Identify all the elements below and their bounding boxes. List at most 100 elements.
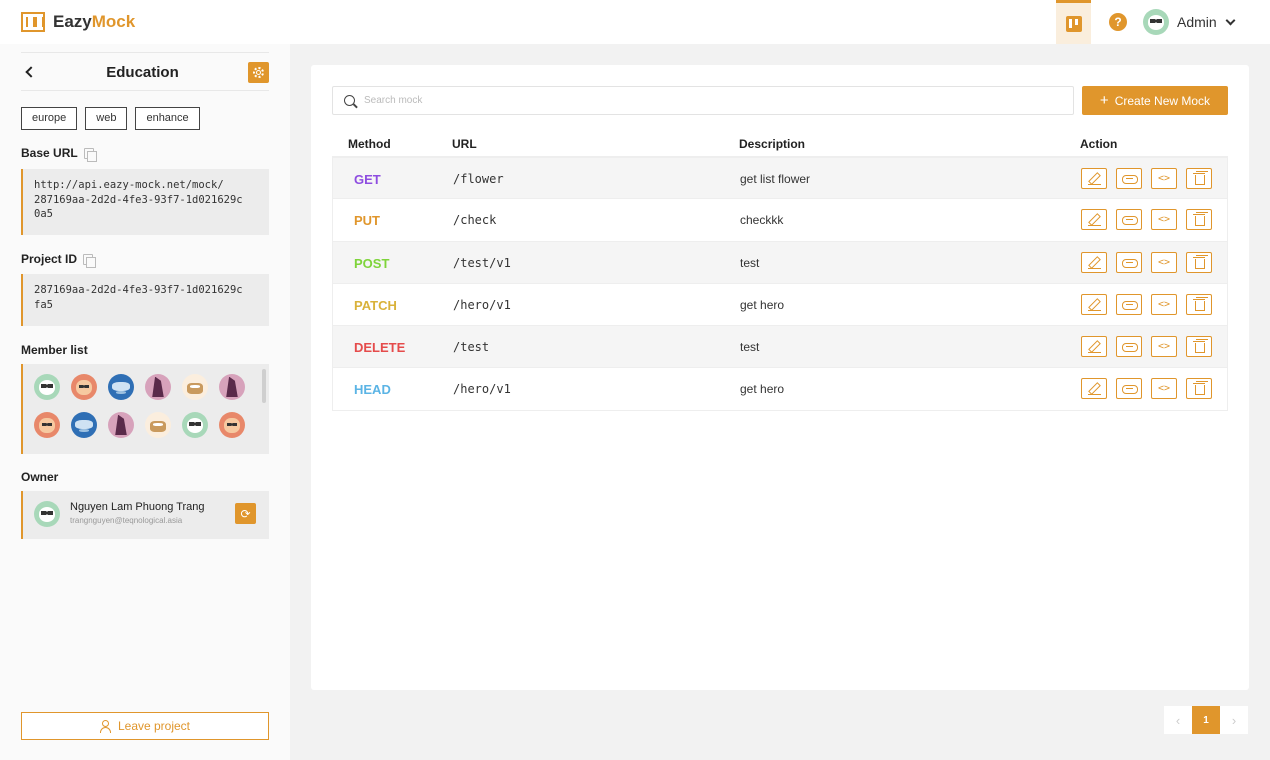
tag[interactable]: europe [21,107,78,130]
member-avatar[interactable] [145,412,171,438]
refresh-icon: ⟳ [240,506,251,521]
top-header: EazyMock ? Admin [0,0,1270,44]
row-actions: <> [1081,251,1212,273]
mock-url: /hero/v1 [453,297,511,312]
trash-button[interactable] [1186,209,1212,231]
code-button[interactable]: <> [1151,293,1177,315]
project-id-label-text: Project ID [21,252,78,266]
trash-button[interactable] [1186,168,1212,189]
member-avatar[interactable] [71,412,97,438]
link-button[interactable] [1116,378,1142,400]
project-id-line: 287169aa-2d2d-4fe3-93f7-1d021629c [34,284,243,296]
code-button[interactable]: <> [1151,336,1177,358]
link-button[interactable] [1116,251,1142,273]
member-scrollbar[interactable] [262,369,266,403]
project-title: Education [106,64,179,81]
table-header: Method URL Description Action [332,133,1228,157]
search-input[interactable] [364,95,1044,106]
edit-button[interactable] [1081,168,1107,189]
page-number-button[interactable]: 1 [1192,706,1220,734]
mock-url: /flower [453,172,504,186]
trash-button[interactable] [1186,378,1212,400]
pagination: ‹ 1 › [1164,706,1248,734]
member-avatar[interactable] [108,374,134,400]
search-icon [344,95,355,106]
base-url-label-text: Base URL [21,146,78,160]
member-avatar[interactable] [108,412,134,438]
base-url-line: http://api.eazy-mock.net/mock/ [34,179,224,191]
code-button[interactable]: <> [1151,378,1177,400]
code-button[interactable]: <> [1151,251,1177,273]
column-header-action: Action [1080,137,1118,151]
mock-description: get hero [740,297,785,312]
transfer-owner-button[interactable]: ⟳ [235,503,256,524]
row-actions: <> [1081,378,1212,400]
project-id-box[interactable]: 287169aa-2d2d-4fe3-93f7-1d021629c fa5 [21,274,269,326]
mock-url: /test [453,340,490,355]
avatar [1143,9,1169,35]
member-avatar[interactable] [182,412,208,438]
edit-button[interactable] [1081,293,1107,315]
code-button[interactable]: <> [1151,168,1177,189]
prev-page-button[interactable]: ‹ [1164,706,1192,734]
project-sidebar: Education europe web enhance Base URL ht… [0,44,290,760]
edit-button[interactable] [1081,378,1107,400]
base-url-line: 0a5 [34,208,53,220]
member-avatar[interactable] [145,374,171,400]
table-row[interactable]: HEAD/hero/v1 get hero <> [332,368,1228,411]
column-header-description: Description [739,137,806,151]
member-avatar[interactable] [219,412,245,438]
owner-label: Owner [21,470,58,484]
trash-button[interactable] [1186,336,1212,358]
base-url-line: 287169aa-2d2d-4fe3-93f7-1d021629c [34,193,243,206]
mock-url: /test/v1 [453,255,511,270]
leave-project-button[interactable]: Leave project [21,712,269,740]
user-menu[interactable]: Admin [1143,9,1236,35]
member-avatar[interactable] [71,374,97,400]
row-actions: <> [1081,293,1212,315]
help-icon[interactable]: ? [1109,13,1127,31]
owner-avatar [34,501,60,527]
owner-card: Nguyen Lam Phuong Trang trangnguyen@teqn… [21,491,269,539]
trash-button[interactable] [1186,293,1212,315]
trash-button[interactable] [1186,251,1212,273]
link-button[interactable] [1116,209,1142,231]
member-avatar[interactable] [34,374,60,400]
copy-icon[interactable] [83,147,97,162]
mock-list-panel: + Create New Mock Method URL Description… [311,65,1249,690]
project-header: Education [21,52,269,91]
table-row[interactable]: GET/flower get list flower <> [332,157,1228,200]
link-button[interactable] [1116,293,1142,315]
project-id-label: Project ID [21,252,97,268]
link-button[interactable] [1116,168,1142,189]
base-url-box[interactable]: http://api.eazy-mock.net/mock/287169aa-2… [21,169,269,235]
app-logo[interactable]: EazyMock [21,12,135,32]
member-avatar[interactable] [34,412,60,438]
mock-description: test [740,340,760,355]
search-box[interactable] [332,86,1074,115]
next-page-button[interactable]: › [1220,706,1248,734]
method-badge: PATCH [354,297,397,313]
member-avatar[interactable] [182,374,208,400]
edit-button[interactable] [1081,209,1107,231]
project-settings-button[interactable] [248,62,269,83]
board-view-button[interactable] [1056,0,1091,44]
table-row[interactable]: PUT/check checkkk <> [332,199,1228,242]
table-row[interactable]: POST/test/v1 test <> [332,241,1228,284]
table-row[interactable]: DELETE/test test <> [332,326,1228,369]
tag[interactable]: enhance [135,107,200,130]
link-button[interactable] [1116,336,1142,358]
edit-button[interactable] [1081,336,1107,358]
tag[interactable]: web [85,107,128,130]
row-actions: <> [1081,168,1212,189]
edit-button[interactable] [1081,251,1107,273]
base-url-label: Base URL [21,146,97,162]
table-row[interactable]: PATCH/hero/v1 get hero <> [332,283,1228,327]
leave-project-label: Leave project [117,719,191,733]
code-button[interactable]: <> [1151,209,1177,231]
copy-icon[interactable] [83,253,97,268]
method-badge: GET [354,172,381,187]
create-new-mock-button[interactable]: + Create New Mock [1082,86,1228,115]
member-avatar[interactable] [219,374,245,400]
user-remove-icon [99,720,112,733]
